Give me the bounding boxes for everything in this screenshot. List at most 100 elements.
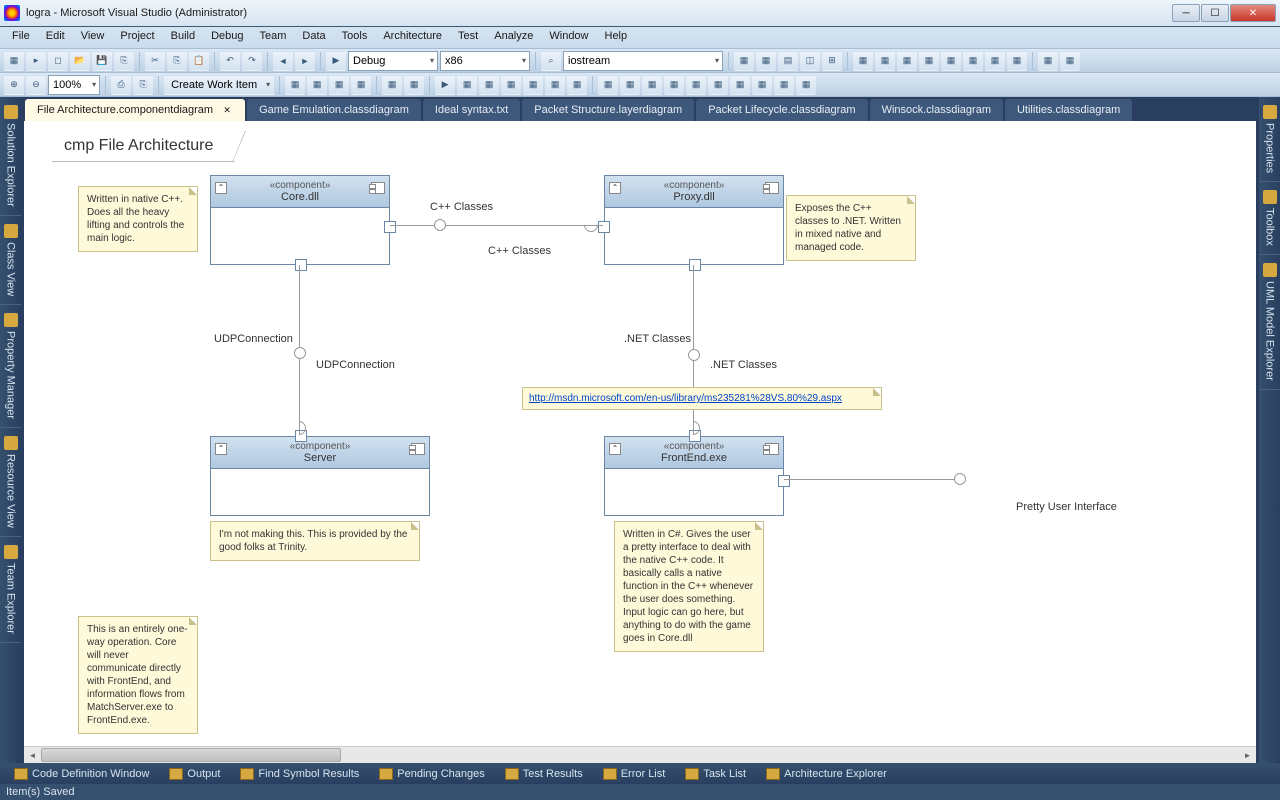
menu-file[interactable]: File: [4, 27, 38, 48]
config-combo[interactable]: Debug: [348, 51, 438, 71]
tw-pending-changes[interactable]: Pending Changes: [371, 766, 492, 782]
tb-icon[interactable]: ▦: [457, 75, 477, 95]
tb-icon[interactable]: ▦: [1060, 51, 1080, 71]
tb-icon[interactable]: ▦: [501, 75, 521, 95]
start-debug-icon[interactable]: ▶: [326, 51, 346, 71]
doc-tab-utilities[interactable]: Utilities.classdiagram: [1005, 99, 1132, 121]
find-icon[interactable]: ⌕: [541, 51, 561, 71]
save-all-icon[interactable]: ⎘: [114, 51, 134, 71]
doc-tab-packet-lifecycle[interactable]: Packet Lifecycle.classdiagram: [696, 99, 867, 121]
panel-tab-class-view[interactable]: Class View: [0, 216, 21, 305]
connector[interactable]: [784, 479, 964, 480]
diagram-canvas[interactable]: cmp File Architecture ⌃ «component» Core…: [24, 121, 1256, 746]
tw-architecture-explorer[interactable]: Architecture Explorer: [758, 766, 895, 782]
tb-icon[interactable]: ⊞: [822, 51, 842, 71]
zoom-in-icon[interactable]: ⊕: [4, 75, 24, 95]
tw-output[interactable]: Output: [161, 766, 228, 782]
component-proxy[interactable]: ⌃ «component» Proxy.dll: [604, 175, 784, 265]
zoom-out-icon[interactable]: ⊖: [26, 75, 46, 95]
new-project-icon[interactable]: ▦: [4, 51, 24, 71]
component-server[interactable]: ⌃ «component» Server: [210, 436, 430, 516]
nav-back-icon[interactable]: ◄: [273, 51, 293, 71]
scroll-right-icon[interactable]: ►: [1239, 747, 1256, 764]
tb-icon[interactable]: ▦: [752, 75, 772, 95]
collapse-icon[interactable]: ⌃: [609, 443, 621, 455]
tb-icon[interactable]: ▦: [897, 51, 917, 71]
scroll-left-icon[interactable]: ◄: [24, 747, 41, 764]
connector[interactable]: [390, 225, 603, 226]
tb-icon[interactable]: ▦: [686, 75, 706, 95]
menu-analyze[interactable]: Analyze: [486, 27, 541, 48]
undo-icon[interactable]: ↶: [220, 51, 240, 71]
scroll-thumb[interactable]: [41, 748, 341, 762]
tb-icon[interactable]: ▦: [620, 75, 640, 95]
tb-icon[interactable]: ⎙: [111, 75, 131, 95]
tb-icon[interactable]: ▦: [598, 75, 618, 95]
find-combo[interactable]: iostream: [563, 51, 723, 71]
create-work-item-button[interactable]: Create Work Item: [164, 75, 274, 95]
note-msdn[interactable]: http://msdn.microsoft.com/en-us/library/…: [522, 387, 882, 410]
menu-tools[interactable]: Tools: [334, 27, 376, 48]
add-item-icon[interactable]: ▸: [26, 51, 46, 71]
menu-view[interactable]: View: [73, 27, 113, 48]
note-server[interactable]: I'm not making this. This is provided by…: [210, 521, 420, 561]
new-file-icon[interactable]: ◻: [48, 51, 68, 71]
tb-icon[interactable]: ▦: [941, 51, 961, 71]
tw-error-list[interactable]: Error List: [595, 766, 674, 782]
open-file-icon[interactable]: 📂: [70, 51, 90, 71]
tb-icon[interactable]: ▦: [285, 75, 305, 95]
tb-icon[interactable]: ▦: [734, 51, 754, 71]
tb-icon[interactable]: ▦: [919, 51, 939, 71]
note-frontend[interactable]: Written in C#. Gives the user a pretty i…: [614, 521, 764, 652]
tb-icon[interactable]: ▦: [404, 75, 424, 95]
menu-build[interactable]: Build: [163, 27, 203, 48]
panel-tab-properties[interactable]: Properties: [1259, 97, 1280, 182]
menu-test[interactable]: Test: [450, 27, 486, 48]
tb-icon[interactable]: ▦: [853, 51, 873, 71]
tb-icon[interactable]: ▦: [382, 75, 402, 95]
port[interactable]: [689, 259, 701, 271]
component-frontend[interactable]: ⌃ «component» FrontEnd.exe: [604, 436, 784, 516]
note-oneway[interactable]: This is an entirely one-way operation. C…: [78, 616, 198, 734]
tb-icon[interactable]: ▶: [435, 75, 455, 95]
panel-tab-team-explorer[interactable]: Team Explorer: [0, 537, 21, 643]
tb-icon[interactable]: ▦: [545, 75, 565, 95]
menu-help[interactable]: Help: [597, 27, 636, 48]
doc-tab-ideal-syntax[interactable]: Ideal syntax.txt: [423, 99, 520, 121]
tb-icon[interactable]: ▦: [730, 75, 750, 95]
redo-icon[interactable]: ↷: [242, 51, 262, 71]
menu-project[interactable]: Project: [112, 27, 162, 48]
menu-data[interactable]: Data: [294, 27, 333, 48]
port[interactable]: [384, 221, 396, 233]
panel-tab-uml-explorer[interactable]: UML Model Explorer: [1259, 255, 1280, 390]
tb-icon[interactable]: ▦: [985, 51, 1005, 71]
platform-combo[interactable]: x86: [440, 51, 530, 71]
tb-icon[interactable]: ▦: [307, 75, 327, 95]
close-button[interactable]: ✕: [1230, 4, 1276, 22]
tb-icon[interactable]: ▦: [567, 75, 587, 95]
copy-icon[interactable]: ⎘: [167, 51, 187, 71]
menu-window[interactable]: Window: [541, 27, 596, 48]
tb-icon[interactable]: ▦: [708, 75, 728, 95]
note-core[interactable]: Written in native C++. Does all the heav…: [78, 186, 198, 252]
tb-icon[interactable]: ▦: [351, 75, 371, 95]
horizontal-scrollbar[interactable]: ◄ ►: [24, 746, 1256, 763]
doc-tab-winsock[interactable]: Winsock.classdiagram: [870, 99, 1003, 121]
tb-icon[interactable]: ▦: [774, 75, 794, 95]
tb-icon[interactable]: ▦: [523, 75, 543, 95]
menu-team[interactable]: Team: [252, 27, 295, 48]
tb-icon[interactable]: ▦: [664, 75, 684, 95]
tb-icon[interactable]: ⎘: [133, 75, 153, 95]
panel-tab-property-manager[interactable]: Property Manager: [0, 305, 21, 428]
close-icon[interactable]: ✕: [221, 104, 233, 116]
paste-icon[interactable]: 📋: [189, 51, 209, 71]
save-icon[interactable]: 💾: [92, 51, 112, 71]
tw-test-results[interactable]: Test Results: [497, 766, 591, 782]
panel-tab-solution-explorer[interactable]: Solution Explorer: [0, 97, 21, 216]
maximize-button[interactable]: ☐: [1201, 4, 1229, 22]
collapse-icon[interactable]: ⌃: [609, 182, 621, 194]
minimize-button[interactable]: ─: [1172, 4, 1200, 22]
doc-tab-file-architecture[interactable]: File Architecture.componentdiagram✕: [25, 99, 245, 121]
tb-icon[interactable]: ▦: [1038, 51, 1058, 71]
tb-icon[interactable]: ▤: [778, 51, 798, 71]
